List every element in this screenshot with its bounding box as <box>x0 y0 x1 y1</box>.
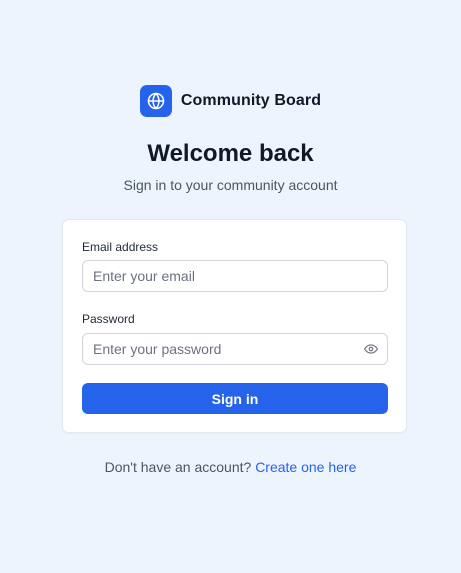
globe-icon <box>147 92 165 110</box>
brand-logo <box>139 85 172 117</box>
password-field[interactable] <box>82 333 388 365</box>
brand-name: Community Board <box>180 92 322 109</box>
create-account-link[interactable]: Create one here <box>255 459 356 475</box>
password-label: Password <box>82 312 135 326</box>
toggle-password-visibility-button[interactable] <box>363 342 379 356</box>
signin-form-card: Email address Password Sign in <box>62 219 407 433</box>
email-label: Email address <box>82 240 159 254</box>
email-field[interactable] <box>82 260 388 292</box>
page-subtitle: Sign in to your community account <box>123 177 338 193</box>
login-page: Community Board Welcome back Sign in to … <box>0 0 461 573</box>
signup-prompt: Don't have an account? Create one here <box>0 459 461 475</box>
brand-header: Community Board <box>0 85 461 117</box>
eye-icon <box>364 344 378 354</box>
page-title: Welcome back <box>147 140 314 167</box>
signin-button[interactable]: Sign in <box>82 383 388 414</box>
signup-prompt-text: Don't have an account? <box>104 459 252 475</box>
